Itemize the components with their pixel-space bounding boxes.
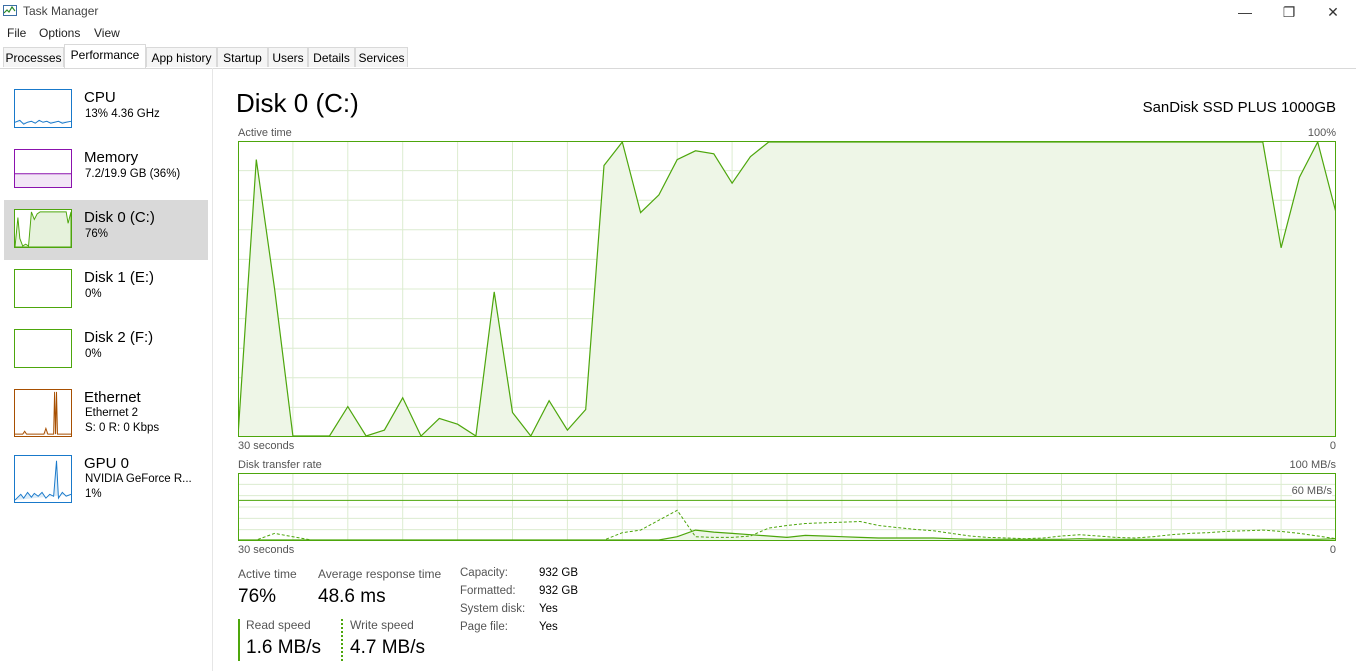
active-time-value: 76% [238,586,277,607]
gpu-thumbnail [14,455,72,503]
menu-file[interactable]: File [7,26,26,40]
sidebar-item-memory[interactable]: Memory 7.2/19.9 GB (36%) [4,142,208,202]
active-time-graph [238,141,1336,437]
sidebar-item-detail: 13% 4.36 GHz [85,108,160,120]
device-name: SanDisk SSD PLUS 1000GB [1142,99,1336,116]
close-button[interactable]: ✕ [1310,0,1356,24]
formatted-label: Formatted: [460,585,516,597]
minimize-button[interactable]: — [1222,0,1268,24]
sidebar-item-label: Disk 2 (F:) [84,329,154,346]
memory-thumbnail [14,149,72,188]
sidebar-item-throughput: S: 0 R: 0 Kbps [85,422,160,434]
transfer-axis-start: 30 seconds [238,544,295,556]
avg-response-label: Average response time [318,567,442,581]
sidebar-item-gpu-0[interactable]: GPU 0 NVIDIA GeForce R... 1% [4,448,208,508]
maximize-button[interactable]: ❐ [1266,0,1312,24]
page-file-value: Yes [539,621,558,633]
sidebar-item-cpu[interactable]: CPU 13% 4.36 GHz [4,82,208,142]
read-speed-value: 1.6 MB/s [246,637,321,658]
tab-details[interactable]: Details [308,47,355,67]
sidebar-item-detail: 0% [85,288,102,300]
sidebar-item-detail: 7.2/19.9 GB (36%) [85,168,181,180]
write-speed-marker [341,619,343,661]
write-speed-label: Write speed [350,618,414,632]
capacity-value: 932 GB [539,567,578,579]
read-speed-label: Read speed [246,618,311,632]
sidebar-item-disk-0[interactable]: Disk 0 (C:) 76% [4,200,208,260]
sidebar-item-detail: 76% [85,228,109,240]
sidebar-item-detail: 0% [85,348,102,360]
close-icon: ✕ [1327,3,1339,20]
sidebar-item-ethernet[interactable]: Ethernet Ethernet 2 S: 0 R: 0 Kbps [4,382,208,442]
avg-response-value: 48.6 ms [318,586,386,607]
read-speed-marker [238,619,240,661]
sidebar-item-detail: Ethernet 2 [85,407,139,419]
active-time-axis-end: 0 [1329,440,1336,452]
tab-users[interactable]: Users [268,47,308,67]
menu-options[interactable]: Options [39,26,80,40]
task-manager-icon [3,5,17,16]
system-disk-label: System disk: [460,603,526,615]
window-title: Task Manager [23,4,99,18]
tab-performance[interactable]: Performance [64,44,146,68]
active-time-label: Active time [238,567,297,581]
transfer-graph-label: Disk transfer rate [238,459,322,471]
transfer-rate-graph [238,473,1336,541]
disk-2-thumbnail [14,329,72,368]
sidebar-item-label: Disk 0 (C:) [84,209,155,226]
restore-icon: ❐ [1282,3,1296,20]
minimize-icon: — [1238,4,1252,20]
disk-1-thumbnail [14,269,72,308]
cpu-thumbnail [14,89,72,128]
active-time-axis-start: 30 seconds [238,440,295,452]
menu-view[interactable]: View [94,26,120,40]
tab-services[interactable]: Services [355,47,408,67]
ethernet-thumbnail [14,389,72,437]
disk-0-thumbnail [14,209,72,248]
sidebar-item-label: Memory [84,149,139,166]
active-time-graph-max: 100% [1307,127,1336,139]
sidebar-item-detail: NVIDIA GeForce R... [85,473,192,485]
sidebar-item-label: GPU 0 [84,455,130,472]
sidebar-item-label: Ethernet [84,389,141,406]
sidebar: CPU 13% 4.36 GHz Memory 7.2/19.9 GB (36%… [0,68,213,671]
capacity-label: Capacity: [460,567,508,579]
tab-bar: Processes Performance App history Startu… [0,44,1356,69]
formatted-value: 932 GB [539,585,578,597]
page-file-label: Page file: [460,621,508,633]
sidebar-item-usage: 1% [85,488,102,500]
sidebar-item-label: Disk 1 (E:) [84,269,155,286]
title-bar: Task Manager — ❐ ✕ [0,0,1356,24]
menu-bar: File Options View [0,24,1356,42]
transfer-axis-end: 0 [1329,544,1336,556]
tab-processes[interactable]: Processes [3,47,64,67]
active-time-graph-label: Active time [238,127,292,139]
page-title: Disk 0 (C:) [236,88,359,118]
tab-startup[interactable]: Startup [217,47,268,67]
sidebar-item-label: CPU [84,89,116,106]
sidebar-item-disk-1[interactable]: Disk 1 (E:) 0% [4,262,208,322]
transfer-graph-scale-line-label: 60 MB/s [1291,485,1332,497]
sidebar-item-disk-2[interactable]: Disk 2 (F:) 0% [4,322,208,382]
tab-app-history[interactable]: App history [146,47,217,67]
write-speed-value: 4.7 MB/s [350,637,425,658]
system-disk-value: Yes [539,603,558,615]
transfer-graph-max: 100 MB/s [1289,459,1336,471]
